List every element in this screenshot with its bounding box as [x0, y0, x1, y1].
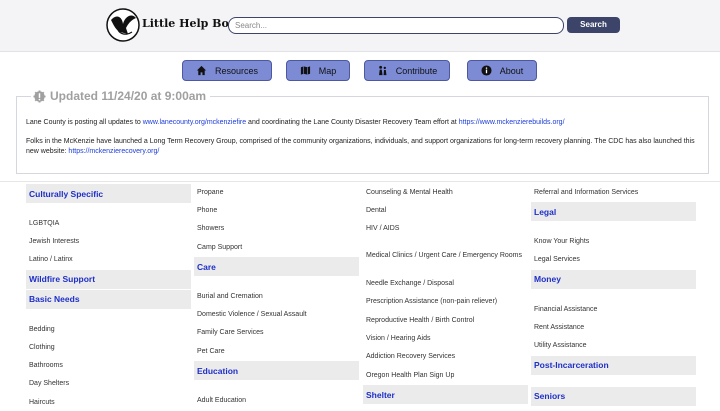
map-icon	[300, 66, 310, 75]
info-icon	[481, 65, 492, 76]
category-column-3: Counseling & Mental Health Dental HIV / AI…	[363, 183, 528, 405]
category-link[interactable]: Bathrooms	[26, 356, 191, 374]
update-text-1a: Lane County is posting all updates to	[26, 119, 143, 126]
category-link[interactable]: Medical Clinics / Urgent Care / Emergenc…	[363, 238, 528, 275]
category-spacer	[26, 204, 191, 214]
update-text-1b: and coordinating the Lane County Disaste…	[246, 119, 459, 126]
category-link[interactable]: Phone	[194, 201, 359, 219]
category-link[interactable]: Bedding	[26, 320, 191, 338]
category-link[interactable]: Know Your Rights	[531, 232, 696, 250]
category-link[interactable]: Prescription Assistance (non-pain reliev…	[363, 293, 528, 311]
home-icon	[196, 65, 207, 76]
category-spacer	[194, 277, 359, 287]
gear-icon	[33, 89, 46, 103]
update-panel: Updated 11/24/20 at 9:00am Lane County i…	[16, 89, 709, 174]
nav-contribute-label: Contribute	[395, 65, 438, 76]
category-link[interactable]: Oregon Health Plan Sign Up	[363, 366, 528, 384]
category-header[interactable]: Legal	[531, 202, 696, 222]
category-link[interactable]: Addiction Recovery Services	[363, 348, 528, 366]
category-column-2: Propane Phone Showers Camp Support Care Buria…	[194, 183, 359, 410]
nav-map-label: Map	[318, 65, 337, 76]
category-link[interactable]: Referral and Information Services	[531, 183, 696, 201]
category-header[interactable]: Culturally Specific	[26, 184, 191, 203]
category-link[interactable]: LGBTQIA	[26, 214, 191, 232]
category-link[interactable]: Propane	[194, 183, 359, 201]
category-link[interactable]: Reproductive Health / Birth Control	[363, 311, 528, 329]
search-input[interactable]	[228, 17, 564, 34]
category-spacer	[531, 376, 696, 386]
dove-logo-icon[interactable]	[106, 8, 140, 42]
nav-contribute-button[interactable]: Contribute	[364, 60, 450, 81]
category-link[interactable]: Legal Services	[531, 251, 696, 269]
nav-map-button[interactable]: Map	[286, 60, 350, 81]
category-spacer	[531, 222, 696, 232]
category-link[interactable]: Showers	[194, 220, 359, 238]
category-link[interactable]: Domestic Violence / Sexual Assault	[194, 305, 359, 323]
mckenzierebuilds-link[interactable]: https://www.mckenzierebuilds.org/	[459, 119, 565, 126]
nav-resources-label: Resources	[214, 65, 259, 76]
category-link[interactable]: Pet Care	[194, 342, 359, 360]
update-title: Updated 11/24/20 at 9:00am	[50, 89, 207, 103]
category-link[interactable]: Vision / Hearing Aids	[363, 329, 528, 347]
search-button[interactable]: Search	[567, 17, 620, 33]
category-spacer	[531, 290, 696, 300]
category-header[interactable]: Post-Incarceration	[531, 355, 696, 375]
category-header[interactable]: Care	[194, 257, 359, 277]
category-spacer	[26, 310, 191, 320]
category-link[interactable]: Adult Education	[194, 391, 359, 409]
category-column-4: Referral and Information Services Legal Kn…	[531, 183, 696, 407]
category-link[interactable]: Rent Assistance	[531, 318, 696, 336]
category-header[interactable]: Seniors	[531, 386, 696, 406]
mckenzierecovery-link[interactable]: https://mckenzierecovery.org/	[68, 148, 159, 155]
category-link[interactable]: Needle Exchange / Disposal	[363, 274, 528, 292]
nav-about-button[interactable]: About	[467, 60, 537, 81]
section-divider	[0, 181, 720, 182]
category-link[interactable]: Utility Assistance	[531, 336, 696, 354]
nav-about-label: About	[499, 65, 524, 76]
category-link[interactable]: Clothing	[26, 338, 191, 356]
header-bar: Little Help Book Search	[0, 0, 720, 52]
update-paragraph-1: Lane County is posting all updates to ww…	[26, 118, 701, 128]
category-header[interactable]: Money	[531, 269, 696, 289]
category-link[interactable]: Financial Assistance	[531, 300, 696, 318]
category-link[interactable]: Day Shelters	[26, 375, 191, 393]
category-link[interactable]: Camp Support	[194, 238, 359, 256]
category-header[interactable]: Shelter	[363, 385, 528, 405]
category-link[interactable]: Dental	[363, 201, 528, 219]
lanecounty-link[interactable]: www.lanecounty.org/mckenziefire	[143, 119, 246, 126]
update-paragraph-2: Folks in the McKenzie have launched a Lo…	[26, 137, 701, 156]
category-column-1: Culturally Specific LGBTQIA Jewish Interes…	[26, 183, 191, 411]
category-link[interactable]: Family Care Services	[194, 324, 359, 342]
category-link[interactable]: Counseling & Mental Health	[363, 183, 528, 201]
category-link[interactable]: HIV / AIDS	[363, 220, 528, 238]
category-link[interactable]: Burial and Cremation	[194, 287, 359, 305]
category-link[interactable]: Haircuts	[26, 393, 191, 411]
category-header[interactable]: Wildfire Support	[26, 269, 191, 289]
category-spacer	[194, 381, 359, 391]
category-header[interactable]: Education	[194, 361, 359, 381]
category-header[interactable]: Basic Needs	[26, 289, 191, 309]
people-icon	[378, 65, 387, 76]
category-link[interactable]: Latino / Latinx	[26, 251, 191, 269]
category-link[interactable]: Jewish Interests	[26, 232, 191, 250]
nav-resources-button[interactable]: Resources	[182, 60, 272, 81]
update-header: Updated 11/24/20 at 9:00am	[31, 89, 211, 103]
